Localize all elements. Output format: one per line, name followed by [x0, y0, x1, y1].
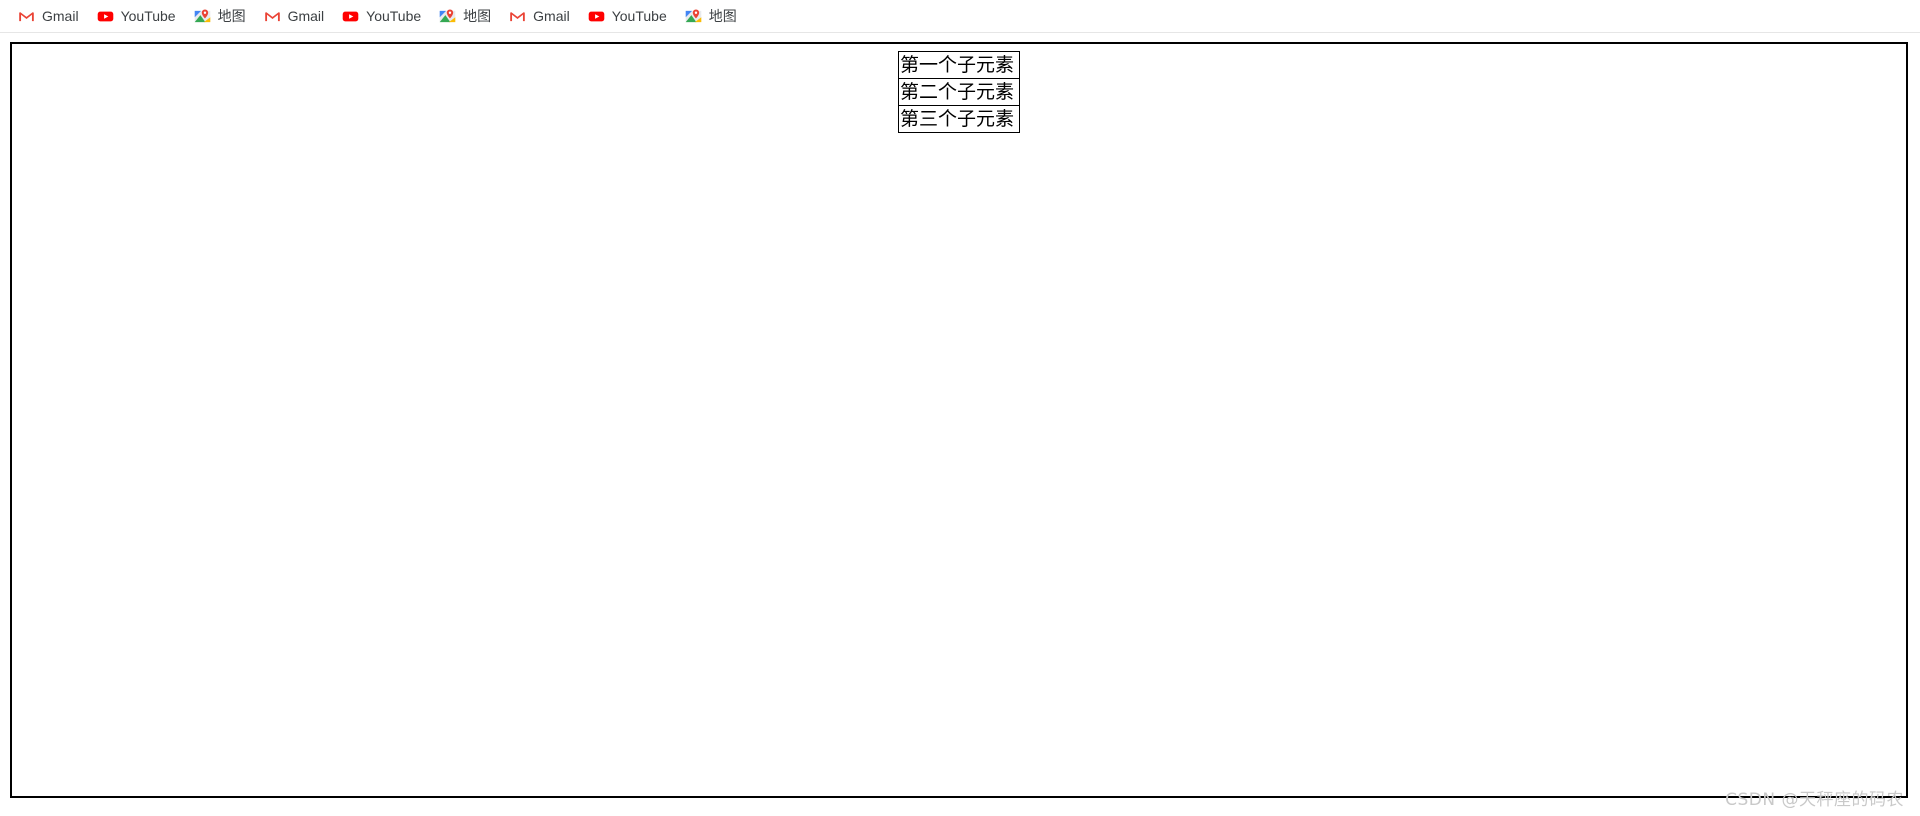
bookmark-label: Gmail	[42, 7, 79, 24]
maps-icon	[194, 8, 211, 25]
flex-child-2: 第二个子元素	[898, 79, 1020, 106]
bookmark-label: 地图	[708, 7, 737, 24]
bookmark-item-youtube-1[interactable]: YouTube	[93, 4, 184, 28]
bookmark-item-maps-3[interactable]: 地图	[681, 4, 745, 28]
youtube-icon	[588, 8, 605, 25]
flex-child-3: 第三个子元素	[898, 106, 1020, 133]
gmail-icon	[18, 8, 35, 25]
bookmark-label: Gmail	[533, 7, 570, 24]
bookmark-label: 地图	[463, 7, 492, 24]
bookmark-label: YouTube	[366, 7, 422, 24]
bookmark-item-gmail-2[interactable]: Gmail	[260, 4, 333, 28]
bookmark-item-youtube-3[interactable]: YouTube	[584, 4, 675, 28]
bookmark-label: Gmail	[287, 7, 325, 24]
maps-icon	[685, 8, 702, 25]
youtube-icon	[97, 8, 114, 25]
bookmark-item-maps-2[interactable]: 地图	[435, 4, 499, 28]
youtube-icon	[342, 8, 359, 25]
gmail-icon	[264, 8, 281, 25]
flex-child-1: 第一个子元素	[898, 51, 1020, 79]
bookmark-item-gmail-3[interactable]: Gmail	[505, 4, 578, 28]
page-content-frame: 第一个子元素 第二个子元素 第三个子元素	[10, 42, 1908, 798]
bookmark-item-gmail-1[interactable]: Gmail	[14, 4, 87, 28]
bookmark-item-maps-1[interactable]: 地图	[190, 4, 254, 28]
bookmark-item-youtube-2[interactable]: YouTube	[338, 4, 429, 28]
gmail-icon	[509, 8, 526, 25]
bookmark-label: YouTube	[611, 7, 667, 24]
bookmark-label: YouTube	[120, 7, 176, 24]
flex-container: 第一个子元素 第二个子元素 第三个子元素	[12, 44, 1906, 133]
maps-icon	[439, 8, 456, 25]
bookmark-label: 地图	[217, 7, 246, 24]
bookmarks-bar: Gmail YouTube 地图 Gmail YouTube 地图 Gmail …	[0, 0, 1920, 33]
